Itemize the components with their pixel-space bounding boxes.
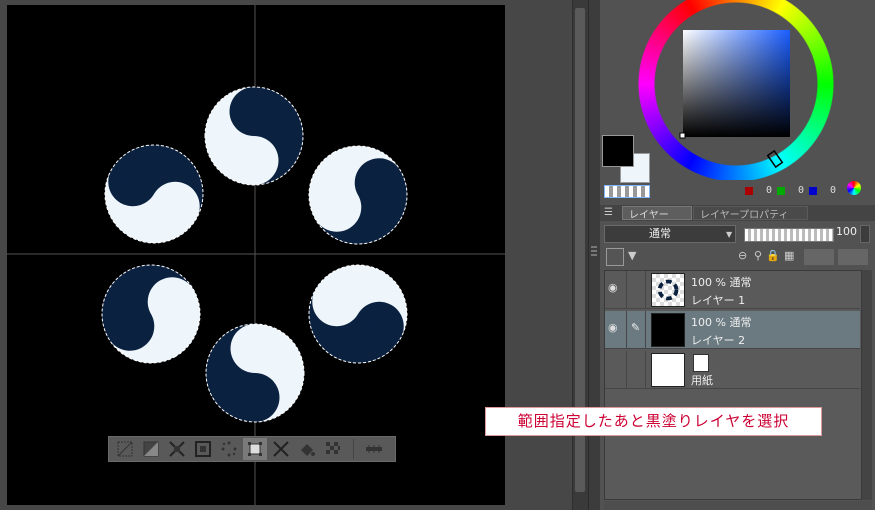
layer-name: レイヤー 1: [691, 294, 746, 307]
chevron-down-icon[interactable]: ▼: [628, 249, 636, 262]
scale-icon[interactable]: [269, 438, 293, 460]
layer-row-1[interactable]: ◉ 100 % 通常 レイヤー 1: [605, 271, 860, 309]
invert-selection-icon[interactable]: [139, 438, 163, 460]
tab-property-label: レイヤープロパティ: [700, 209, 789, 221]
yin-yang-bottom: [205, 323, 305, 423]
layer-name: 用紙: [691, 374, 713, 387]
tab-layer-property[interactable]: レイヤープロパティ: [693, 206, 808, 221]
transform-selection-icon[interactable]: [243, 438, 267, 460]
main-color-chip[interactable]: [602, 135, 634, 167]
blend-mode-select[interactable]: 通常: [604, 225, 736, 243]
layer-mode-label: 100 % 通常: [691, 316, 752, 329]
shrink-selection-icon[interactable]: [165, 438, 189, 460]
paper-icon: [693, 354, 709, 372]
lock-icon[interactable]: 🔒: [766, 249, 780, 262]
layer-row-paper[interactable]: 用紙: [605, 351, 860, 389]
layer-list-scrollbar[interactable]: [862, 270, 872, 500]
lock-transparency-icon[interactable]: ▦: [784, 249, 794, 262]
expand-selection-icon[interactable]: [191, 438, 215, 460]
eye-icon[interactable]: ◉: [608, 281, 626, 297]
layer-thumbnail: [651, 353, 685, 387]
red-value: 0: [766, 185, 773, 196]
color-wheel[interactable]: [638, 0, 834, 180]
color-settings-icon[interactable]: [847, 181, 861, 195]
fill-icon[interactable]: [295, 438, 319, 460]
layer-color-icon[interactable]: [606, 248, 624, 266]
chevron-down-icon: ▼: [726, 230, 733, 239]
blue-value: 0: [830, 185, 837, 196]
reference-icon[interactable]: ⚲: [754, 249, 762, 262]
red-channel-icon: [745, 187, 753, 195]
mask-icon[interactable]: [804, 249, 834, 265]
deselect-icon[interactable]: [113, 438, 137, 460]
annotation-caption: 範囲指定したあと黒塗りレイヤを選択: [485, 407, 822, 436]
toolbar-divider: [353, 439, 354, 459]
layer-thumbnail: [651, 313, 685, 347]
layer-mode-label: 100 % 通常: [691, 276, 752, 289]
tab-layer[interactable]: レイヤー: [622, 206, 692, 221]
ruler-icon[interactable]: [838, 249, 868, 265]
opacity-value[interactable]: 100: [836, 225, 857, 238]
green-channel-icon: [777, 187, 785, 195]
new-layer-from-selection-icon[interactable]: [321, 438, 345, 460]
layer-row-2[interactable]: ◉ ✎ 100 % 通常 レイヤー 2: [605, 311, 860, 349]
selection-points-icon[interactable]: [217, 438, 241, 460]
green-value: 0: [798, 185, 805, 196]
saturation-value-cursor: [679, 132, 686, 139]
layer-panel-footer: [604, 501, 872, 510]
splitter-grip-icon[interactable]: [591, 246, 597, 264]
eye-icon[interactable]: ◉: [608, 321, 626, 337]
opacity-slider[interactable]: [744, 228, 834, 242]
selection-launcher-bar: [108, 436, 396, 462]
tone-icon[interactable]: [362, 438, 386, 460]
transparent-color-chip[interactable]: [604, 185, 650, 198]
layer-thumbnail: [651, 273, 685, 307]
panel-menu-icon[interactable]: ☰: [604, 207, 613, 218]
yin-yang-top: [204, 86, 304, 186]
canvas[interactable]: [7, 5, 505, 505]
clip-icon[interactable]: ⊖: [738, 249, 747, 262]
blue-channel-icon: [809, 187, 817, 195]
opacity-spinner[interactable]: [860, 225, 870, 243]
layer-name: レイヤー 2: [691, 334, 746, 347]
pen-icon: ✎: [631, 321, 641, 334]
tab-layer-label: レイヤー: [629, 209, 669, 221]
